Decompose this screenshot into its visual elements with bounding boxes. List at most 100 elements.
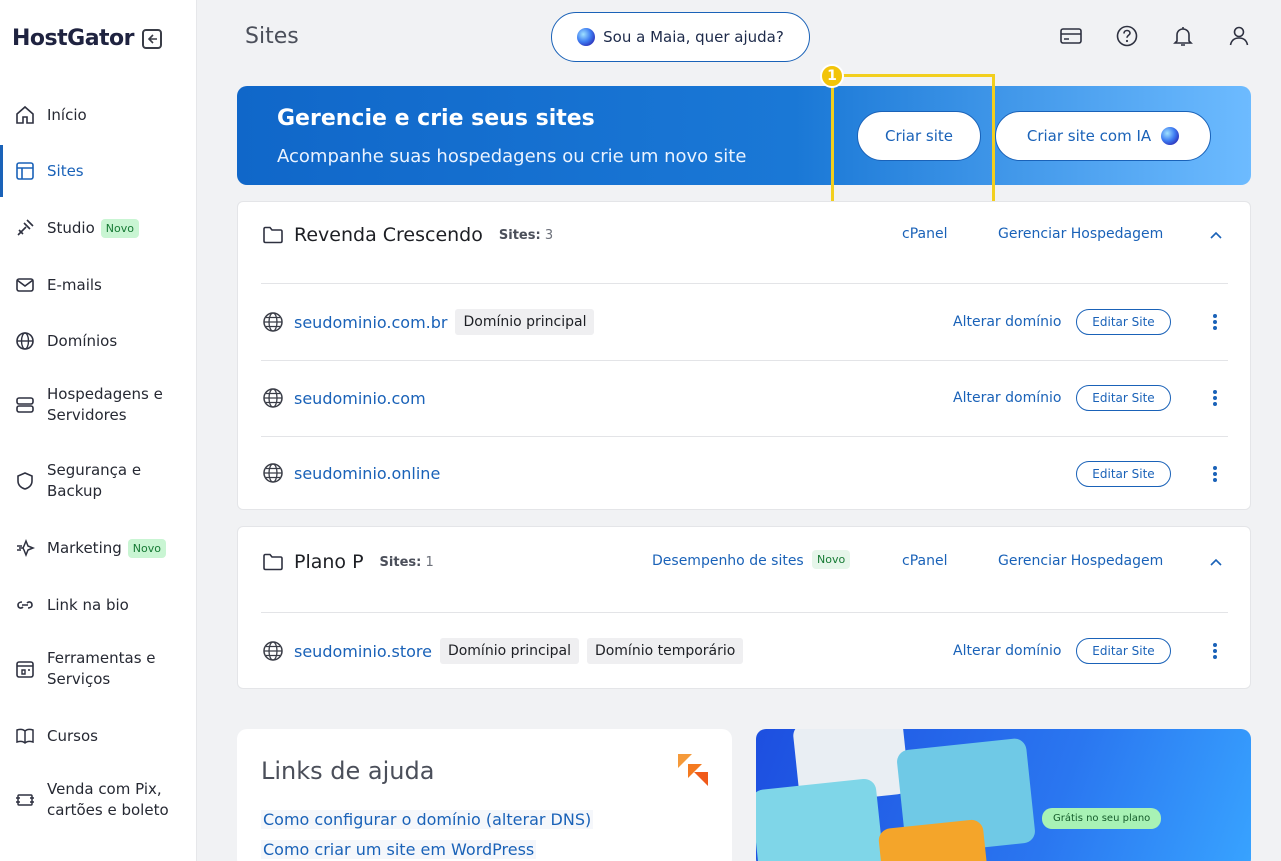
more-options-icon[interactable]	[1213, 390, 1217, 408]
edit-site-button[interactable]: Editar Site	[1076, 385, 1171, 411]
primary-domain-tag: Domínio principal	[439, 638, 579, 664]
ai-orb-icon	[1161, 127, 1180, 145]
edit-site-button[interactable]: Editar Site	[1076, 461, 1171, 487]
edit-site-button[interactable]: Editar Site	[1076, 309, 1171, 335]
site-domain-link[interactable]: seudominio.online	[294, 464, 440, 483]
folder-icon	[263, 553, 283, 571]
globe-icon	[263, 312, 283, 332]
sidebar-item-inicio[interactable]: Início	[0, 103, 196, 127]
primary-domain-tag: Domínio principal	[455, 309, 595, 335]
help-title: Links de ajuda	[261, 757, 435, 785]
change-domain-link[interactable]: Alterar domínio	[953, 314, 1061, 330]
create-site-ai-label: Criar site com IA	[1026, 127, 1152, 145]
collapse-sidebar-icon[interactable]	[142, 28, 163, 49]
book-icon	[13, 724, 37, 748]
site-domain-link[interactable]: seudominio.com.br	[294, 313, 447, 332]
bell-icon[interactable]	[1171, 24, 1195, 48]
sidebar-item-label: Studio	[47, 218, 95, 237]
maia-orb-icon	[577, 28, 596, 46]
sidebar-item-cursos[interactable]: Cursos	[0, 724, 196, 748]
sidebar-item-label: Marketing	[47, 538, 122, 557]
change-domain-link[interactable]: Alterar domínio	[953, 643, 1061, 659]
logo-row: HostGator	[12, 26, 163, 51]
sidebar-item-hospedagens[interactable]: Hospedagens e Servidores	[0, 384, 196, 426]
hosting-group-card: Revenda Crescendo Sites: 3 cPanel Gerenc…	[237, 201, 1251, 510]
marketing-icon	[13, 536, 37, 560]
sidebar-item-emails[interactable]: E-mails	[0, 273, 196, 297]
sidebar-item-label: Ferramentas e Serviços	[47, 649, 156, 688]
chevron-up-icon[interactable]	[1209, 228, 1223, 242]
sites-count: Sites: 3	[499, 228, 553, 243]
novo-badge: Novo	[100, 218, 139, 238]
divider	[261, 436, 1228, 437]
globe-icon	[263, 641, 283, 661]
manage-hosting-link[interactable]: Gerenciar Hospedagem	[998, 553, 1163, 569]
help-links-card: Links de ajuda Como configurar o domínio…	[237, 729, 732, 861]
sites-count-label: Sites:	[379, 554, 422, 570]
group-header: Plano P Sites: 1	[262, 551, 434, 573]
manage-hosting-link[interactable]: Gerenciar Hospedagem	[998, 226, 1163, 242]
sidebar-item-label: Venda com Pix, cartões e boleto	[47, 780, 169, 819]
sites-count: Sites: 1	[380, 555, 434, 570]
maia-help-button[interactable]: Sou a Maia, quer ajuda?	[551, 12, 810, 62]
promo-banner[interactable]: Grátis no seu plano	[756, 729, 1251, 861]
tools-icon	[13, 657, 37, 681]
page-title: Sites	[245, 24, 299, 49]
more-options-icon[interactable]	[1213, 314, 1217, 332]
globe-icon	[263, 388, 283, 408]
sidebar-item-link-na-bio[interactable]: Link na bio	[0, 593, 196, 617]
sidebar-item-seguranca[interactable]: Segurança e Backup	[0, 460, 196, 502]
home-icon	[13, 103, 37, 127]
divider	[261, 360, 1228, 361]
more-options-icon[interactable]	[1213, 466, 1217, 484]
help-icon[interactable]	[1115, 24, 1139, 48]
edit-site-button[interactable]: Editar Site	[1076, 638, 1171, 664]
sidebar-item-label: Início	[47, 105, 87, 124]
temporary-domain-tag: Domínio temporário	[586, 638, 744, 664]
hosting-group-card: Plano P Sites: 1 Desempenho de sites Nov…	[237, 526, 1251, 689]
sidebar-item-dominios[interactable]: Domínios	[0, 329, 196, 353]
sidebar-item-venda[interactable]: Venda com Pix, cartões e boleto	[0, 779, 196, 821]
change-domain-link[interactable]: Alterar domínio	[953, 390, 1061, 406]
divider	[261, 612, 1228, 613]
help-link[interactable]: Como configurar o domínio (alterar DNS)	[261, 810, 594, 829]
folder-icon	[263, 226, 283, 244]
sidebar-item-label: E-mails	[47, 275, 102, 294]
maia-label: Sou a Maia, quer ajuda?	[603, 28, 784, 46]
group-header: Revenda Crescendo Sites: 3	[262, 224, 553, 246]
sidebar-item-marketing[interactable]: Marketing Novo	[0, 536, 196, 560]
globe-icon	[263, 463, 283, 483]
site-domain-link[interactable]: seudominio.store	[294, 642, 432, 661]
promo-badge: Grátis no seu plano	[1042, 808, 1162, 829]
sidebar: HostGator Início Sites Studio Novo E-mai…	[0, 0, 197, 861]
hostgator-logo[interactable]: HostGator	[12, 26, 135, 51]
globe-icon	[13, 329, 37, 353]
sidebar-item-label: Hospedagens e Servidores	[47, 385, 163, 424]
sidebar-item-label: Sites	[47, 161, 84, 180]
promo-image-tile	[756, 777, 887, 861]
layout-icon	[13, 159, 37, 183]
user-icon[interactable]	[1227, 24, 1251, 48]
cpanel-link[interactable]: cPanel	[902, 226, 947, 242]
sidebar-item-studio[interactable]: Studio Novo	[0, 216, 196, 240]
sidebar-item-sites[interactable]: Sites	[0, 145, 196, 197]
cpanel-link[interactable]: cPanel	[902, 553, 947, 569]
sidebar-item-label: Link na bio	[47, 595, 129, 614]
divider	[261, 283, 1228, 284]
novo-badge: Novo	[812, 550, 851, 569]
sites-count-label: Sites:	[498, 227, 541, 243]
help-link[interactable]: Como criar um site em WordPress	[261, 840, 537, 859]
shield-icon	[13, 469, 37, 493]
billing-card-icon[interactable]	[1059, 24, 1083, 48]
more-options-icon[interactable]	[1213, 643, 1217, 661]
site-domain-link[interactable]: seudominio.com	[294, 389, 426, 408]
chevron-up-icon[interactable]	[1209, 555, 1223, 569]
sidebar-item-ferramentas[interactable]: Ferramentas e Serviços	[0, 648, 196, 690]
step-number-badge: 1	[820, 64, 844, 88]
create-site-ai-button[interactable]: Criar site com IA	[995, 111, 1211, 161]
group-name: Plano P	[294, 551, 364, 573]
step-highlight-box	[831, 74, 995, 210]
sites-count-value: 1	[425, 554, 434, 570]
site-performance-link[interactable]: Desempenho de sites	[652, 553, 804, 569]
banner-title: Gerencie e crie seus sites	[277, 106, 595, 131]
